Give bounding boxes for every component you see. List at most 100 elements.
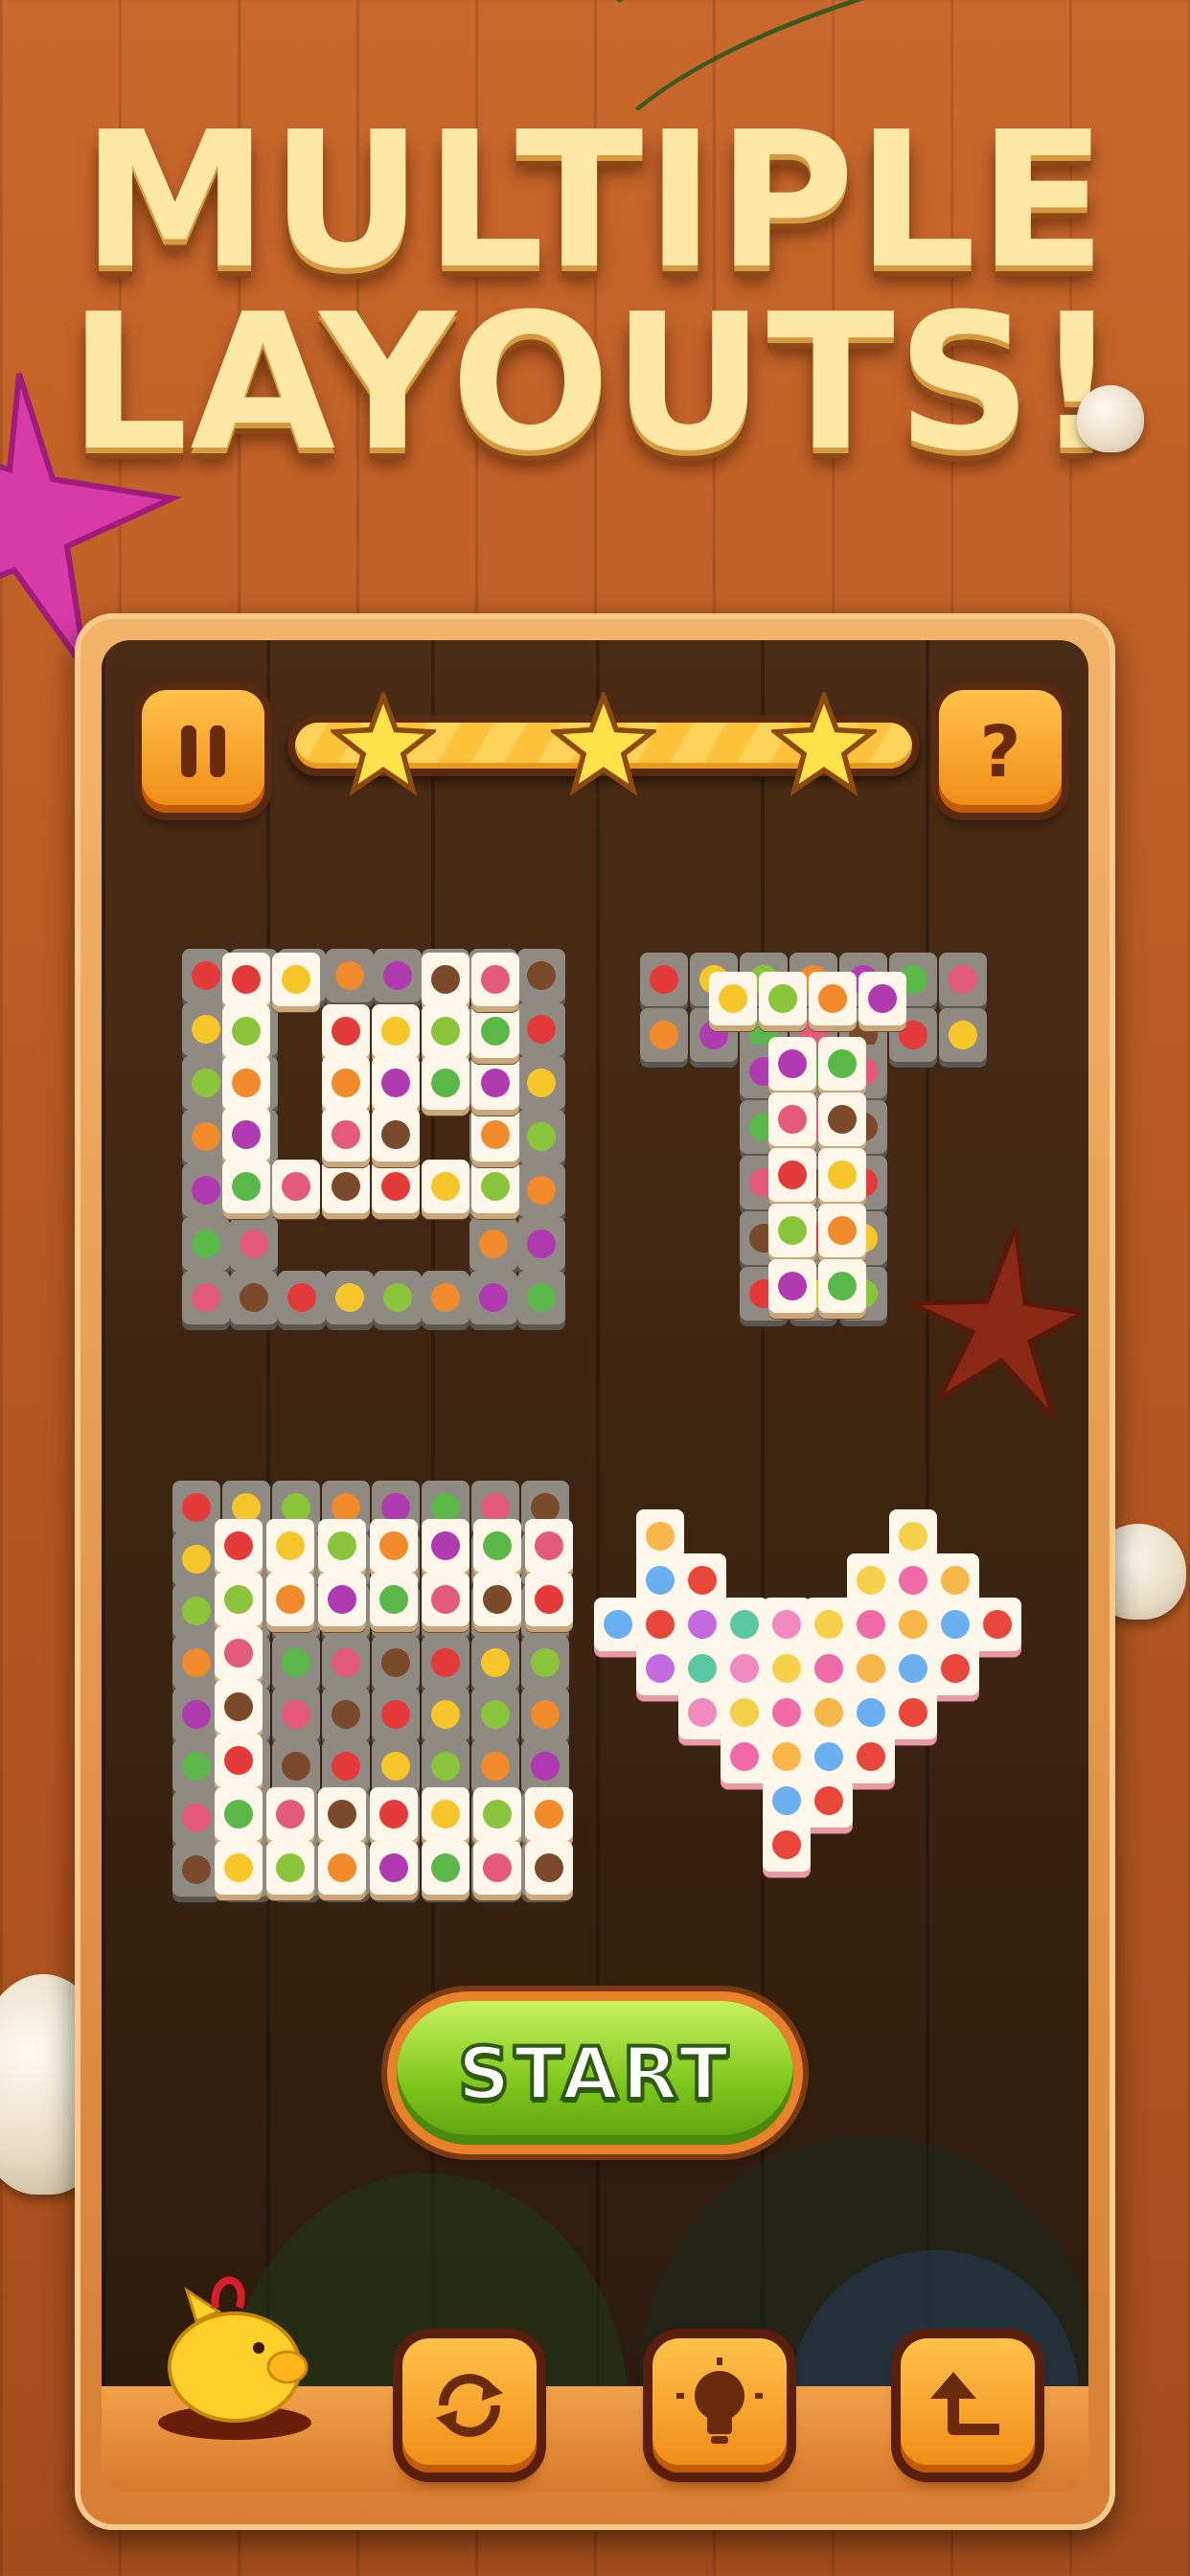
- mahjong-tile[interactable]: [272, 1160, 320, 1213]
- mahjong-tile[interactable]: [471, 1004, 519, 1058]
- mahjong-tile[interactable]: [818, 1259, 866, 1313]
- mahjong-tile[interactable]: [471, 1688, 519, 1741]
- mahjong-tile[interactable]: [322, 1160, 370, 1213]
- mahjong-tile[interactable]: [172, 1739, 220, 1793]
- mahjong-tile[interactable]: [272, 953, 320, 1006]
- mahjong-tile[interactable]: [318, 1787, 366, 1841]
- mahjong-tile[interactable]: [473, 1519, 521, 1573]
- mahjong-tile[interactable]: [272, 1739, 320, 1793]
- mahjong-tile[interactable]: [594, 1598, 642, 1651]
- mahjong-tile[interactable]: [678, 1686, 726, 1739]
- mahjong-tile[interactable]: [172, 1688, 220, 1741]
- mahjong-tile[interactable]: [640, 1008, 688, 1062]
- mahjong-tile[interactable]: [182, 1217, 230, 1271]
- mahjong-tile[interactable]: [818, 1148, 866, 1202]
- mahjong-tile[interactable]: [215, 1573, 263, 1626]
- mahjong-tile[interactable]: [931, 1642, 979, 1695]
- mahjong-tile[interactable]: [172, 1481, 220, 1534]
- mahjong-tile[interactable]: [215, 1734, 263, 1787]
- mahjong-tile[interactable]: [818, 1037, 866, 1091]
- mahjong-tile[interactable]: [372, 1004, 420, 1058]
- mahjong-tile[interactable]: [422, 1004, 469, 1058]
- mahjong-tile[interactable]: [471, 953, 519, 1006]
- mahjong-tile[interactable]: [525, 1787, 573, 1841]
- mahjong-tile[interactable]: [471, 1739, 519, 1793]
- mahjong-tile[interactable]: [322, 1056, 370, 1110]
- mahjong-tile[interactable]: [272, 1636, 320, 1690]
- mahjong-tile[interactable]: [322, 1688, 370, 1741]
- mahjong-tile[interactable]: [809, 972, 857, 1025]
- mahjong-tile[interactable]: [763, 1818, 811, 1872]
- mahjong-tile[interactable]: [517, 1110, 565, 1163]
- mahjong-tile[interactable]: [471, 1636, 519, 1690]
- mahjong-tile[interactable]: [759, 972, 807, 1025]
- mahjong-tile[interactable]: [372, 1056, 420, 1110]
- mahjong-tile[interactable]: [322, 1636, 370, 1690]
- mahjong-tile[interactable]: [215, 1841, 263, 1895]
- mahjong-tile[interactable]: [939, 953, 987, 1006]
- mahjong-tile[interactable]: [422, 1841, 469, 1895]
- mahjong-tile[interactable]: [805, 1774, 853, 1828]
- start-button[interactable]: START: [397, 2001, 793, 2145]
- mahjong-tile[interactable]: [521, 1739, 569, 1793]
- mahjong-tile[interactable]: [469, 1271, 517, 1324]
- mahjong-tile[interactable]: [768, 1148, 816, 1202]
- mahjong-tile[interactable]: [721, 1730, 768, 1783]
- mahjong-tile[interactable]: [768, 1092, 816, 1146]
- mahjong-tile[interactable]: [422, 1636, 469, 1690]
- mahjong-tile[interactable]: [768, 1204, 816, 1257]
- mahjong-tile[interactable]: [858, 972, 906, 1025]
- mahjong-tile[interactable]: [322, 1004, 370, 1058]
- mahjong-tile[interactable]: [973, 1598, 1021, 1651]
- mahjong-tile[interactable]: [318, 1519, 366, 1573]
- mahjong-tile[interactable]: [172, 1843, 220, 1897]
- mahjong-tile[interactable]: [372, 1739, 420, 1793]
- mahjong-tile[interactable]: [372, 1636, 420, 1690]
- mahjong-tile[interactable]: [322, 1108, 370, 1162]
- mahjong-tile[interactable]: [889, 1686, 937, 1739]
- pause-button[interactable]: [142, 690, 264, 813]
- mahjong-tile[interactable]: [422, 953, 469, 1006]
- mahjong-tile[interactable]: [172, 1532, 220, 1586]
- mahjong-tile[interactable]: [521, 1688, 569, 1741]
- mahjong-tile[interactable]: [422, 1160, 469, 1213]
- mahjong-tile[interactable]: [266, 1787, 314, 1841]
- mahjong-tile[interactable]: [222, 1056, 270, 1110]
- mahjong-tile[interactable]: [318, 1841, 366, 1895]
- hint-button[interactable]: [652, 2338, 787, 2472]
- mahjong-tile[interactable]: [422, 1787, 469, 1841]
- mahjong-tile[interactable]: [517, 1056, 565, 1110]
- mahjong-tile[interactable]: [818, 1092, 866, 1146]
- mahjong-tile[interactable]: [374, 949, 422, 1002]
- mahjong-tile[interactable]: [372, 1108, 420, 1162]
- mahjong-tile[interactable]: [370, 1841, 418, 1895]
- mahjong-tile[interactable]: [473, 1841, 521, 1895]
- mahjong-tile[interactable]: [215, 1519, 263, 1573]
- mahjong-tile[interactable]: [525, 1841, 573, 1895]
- mahjong-tile[interactable]: [222, 1160, 270, 1213]
- piggy-bank-icon[interactable]: [144, 2252, 326, 2444]
- mahjong-tile[interactable]: [370, 1519, 418, 1573]
- mahjong-tile[interactable]: [318, 1573, 366, 1626]
- mahjong-tile[interactable]: [422, 1519, 469, 1573]
- tile-layout-t-shape[interactable]: [640, 953, 1023, 1336]
- mahjong-tile[interactable]: [422, 1688, 469, 1741]
- mahjong-tile[interactable]: [422, 1573, 469, 1626]
- mahjong-tile[interactable]: [222, 1108, 270, 1162]
- mahjong-tile[interactable]: [222, 1004, 270, 1058]
- mahjong-tile[interactable]: [322, 1739, 370, 1793]
- mahjong-tile[interactable]: [473, 1573, 521, 1626]
- tile-layout-c-shape[interactable]: [172, 1481, 584, 1897]
- mahjong-tile[interactable]: [636, 1642, 684, 1695]
- mahjong-tile[interactable]: [422, 1056, 469, 1110]
- mahjong-tile[interactable]: [215, 1626, 263, 1680]
- mahjong-tile[interactable]: [230, 1271, 278, 1324]
- mahjong-tile[interactable]: [272, 1688, 320, 1741]
- mahjong-tile[interactable]: [525, 1519, 573, 1573]
- mahjong-tile[interactable]: [372, 1688, 420, 1741]
- mahjong-tile[interactable]: [370, 1573, 418, 1626]
- mahjong-tile[interactable]: [640, 953, 688, 1006]
- mahjong-tile[interactable]: [422, 1271, 469, 1324]
- mahjong-tile[interactable]: [517, 1271, 565, 1324]
- mahjong-tile[interactable]: [939, 1008, 987, 1062]
